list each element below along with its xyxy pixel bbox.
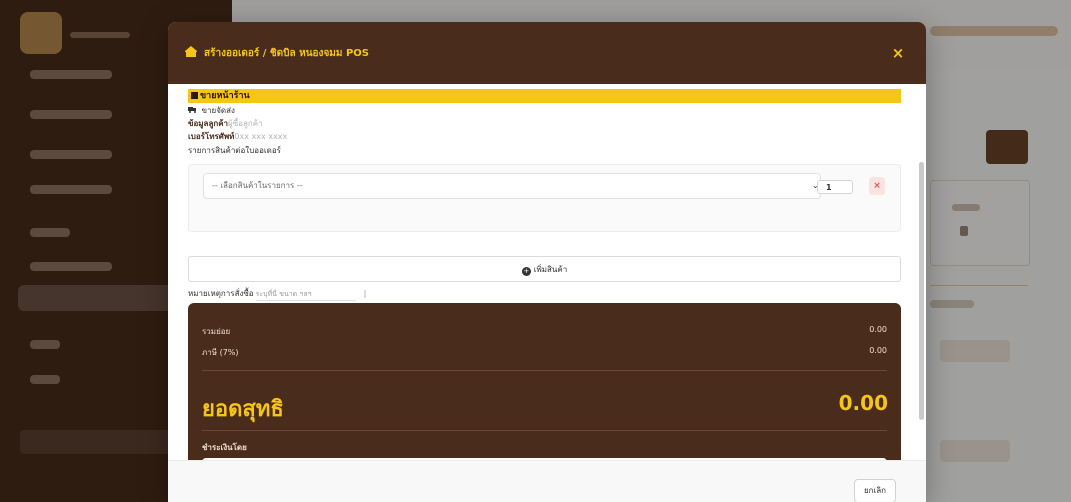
truck-icon	[188, 106, 200, 115]
order-item-row: -- เลือกสินค้าในรายการ -- ⌄ 1 ×	[188, 164, 901, 232]
sales-mode-instore[interactable]: ขายหน้าร้าน	[188, 89, 901, 103]
product-select[interactable]: -- เลือกสินค้าในรายการ -- ⌄	[203, 173, 821, 199]
customer-input[interactable]: ผู้ซื้อลูกค้า	[228, 119, 263, 128]
modal-title: สร้างออเดอร์ / ชิดบิล หนองจมม POS	[204, 47, 369, 59]
sales-mode-delivery[interactable]: ขายจัดส่ง	[188, 104, 235, 117]
vat-label: ภาษี (7%)	[202, 348, 239, 357]
product-select-placeholder: -- เลือกสินค้าในรายการ --	[212, 181, 303, 190]
modal-scrollbar[interactable]	[919, 162, 924, 420]
note-input[interactable]: ระบุที่นี่ ขนาด ฯลฯ	[255, 289, 356, 301]
customer-field[interactable]: ข้อมูลลูกค้าผู้ซื้อลูกค้า	[188, 117, 263, 130]
order-note-field: หมายเหตุการสั่งซื้อ ระบุที่นี่ ขนาด ฯลฯ |	[188, 287, 488, 301]
add-product-label: เพิ่มสินค้า	[533, 265, 568, 274]
vat-value: 0.00	[869, 346, 887, 355]
order-summary: รวมย่อย 0.00 ภาษี (7%) 0.00 ยอดสุทธิ 0.0…	[188, 303, 901, 460]
subtotal-value: 0.00	[869, 325, 887, 334]
note-counter: |	[363, 289, 367, 298]
store-icon	[184, 45, 198, 61]
store-icon	[191, 92, 198, 99]
sales-mode-label: ขายหน้าร้าน	[200, 91, 250, 101]
close-button[interactable]: ×	[886, 44, 910, 62]
plus-circle-icon: +	[521, 267, 531, 276]
phone-label: เบอร์โทรศัพท์	[188, 132, 235, 141]
payment-method-label: ชำระเงินโดย	[202, 443, 247, 452]
modal-footer: ยกเลิก	[168, 460, 926, 502]
summary-divider	[202, 370, 887, 371]
modal-header: สร้างออเดอร์ / ชิดบิล หนองจมม POS ×	[168, 22, 926, 84]
subtotal-label: รวมย่อย	[202, 327, 231, 336]
net-total-value: 0.00	[838, 391, 888, 415]
note-label: หมายเหตุการสั่งซื้อ	[188, 289, 254, 298]
modal-body: ขายหน้าร้าน ขายจัดส่ง ข้อมูลลูกค้าผู้ซื้…	[168, 84, 926, 460]
subtotal-row: รวมย่อย 0.00	[202, 325, 887, 338]
add-product-button[interactable]: + เพิ่มสินค้า	[188, 256, 901, 282]
phone-input[interactable]: 0xx xxx xxxx	[234, 132, 287, 141]
vat-row: ภาษี (7%) 0.00	[202, 346, 887, 359]
remove-item-button[interactable]: ×	[869, 177, 885, 195]
create-order-modal: สร้างออเดอร์ / ชิดบิล หนองจมม POS × ขายห…	[168, 22, 926, 502]
items-label: รายการสินค้าต่อใบออเดอร์	[188, 146, 281, 155]
net-total-label: ยอดสุทธิ	[202, 397, 284, 422]
summary-divider	[202, 430, 887, 431]
quantity-input[interactable]: 1	[817, 180, 853, 194]
shipping-label: ขายจัดส่ง	[201, 106, 235, 115]
phone-field[interactable]: เบอร์โทรศัพท์0xx xxx xxxx	[188, 130, 287, 143]
customer-label: ข้อมูลลูกค้า	[188, 119, 229, 128]
cancel-button[interactable]: ยกเลิก	[854, 479, 896, 502]
